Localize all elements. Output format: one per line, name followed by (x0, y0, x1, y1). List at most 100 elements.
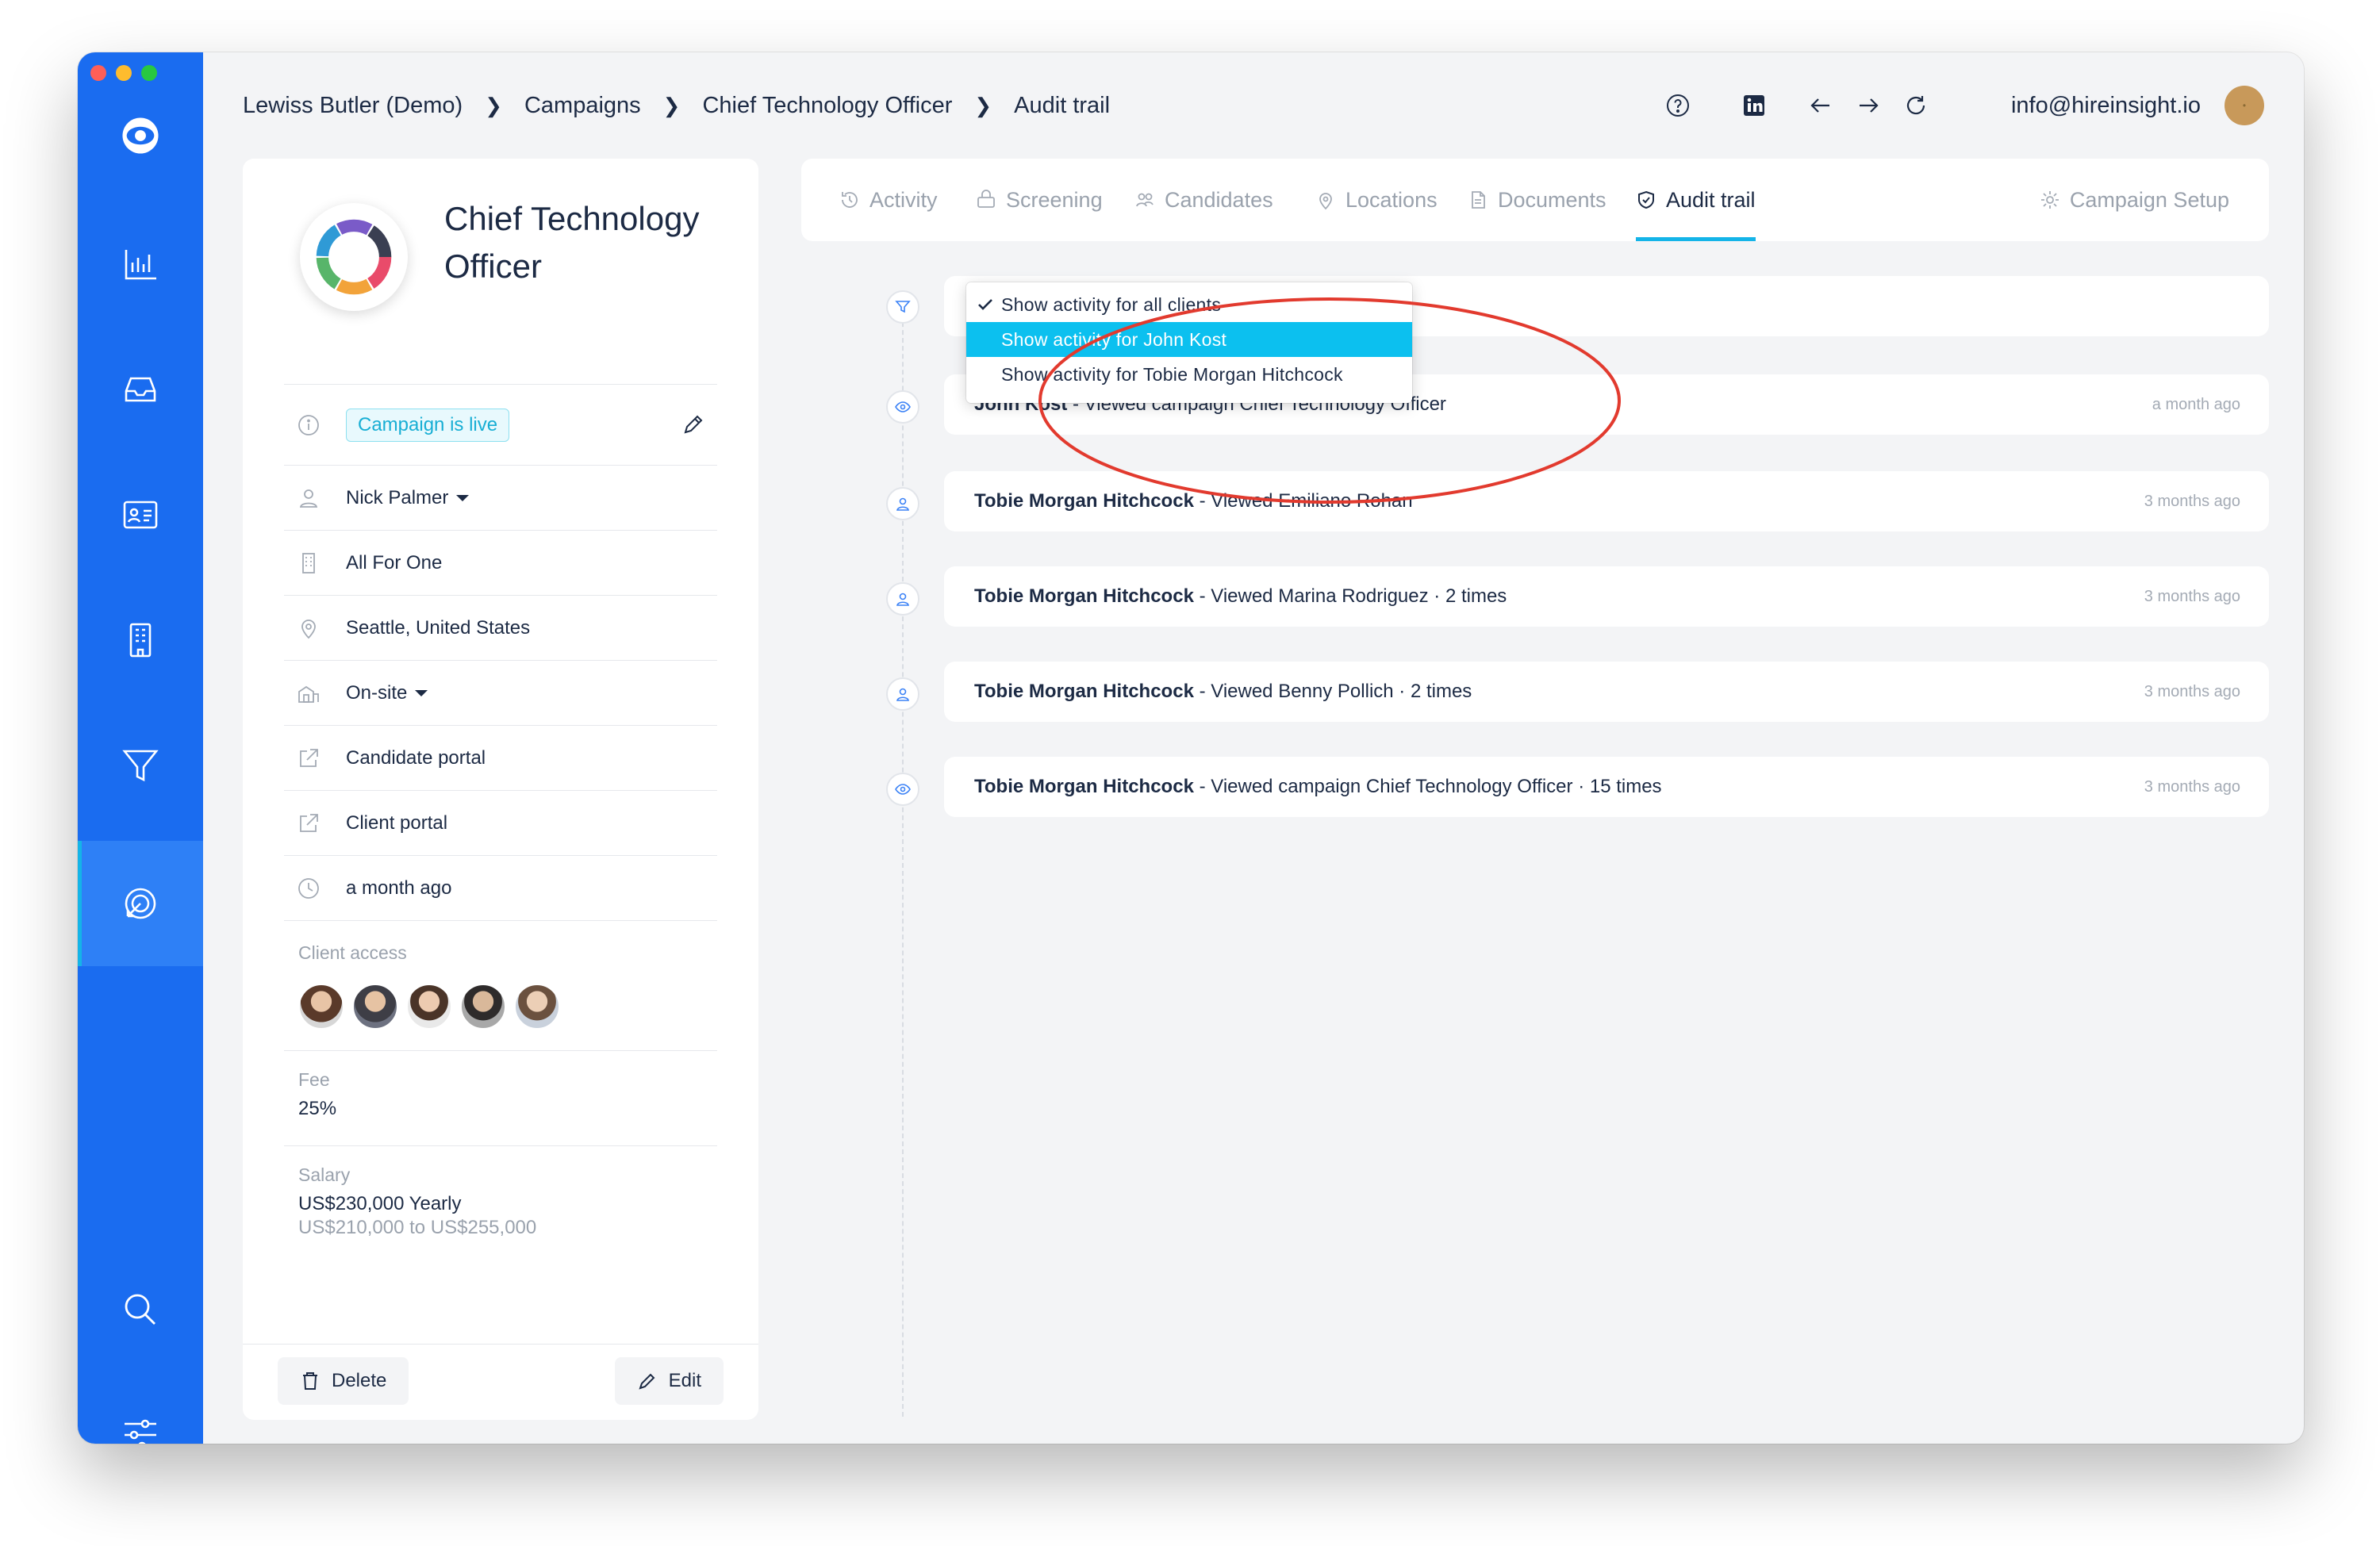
work-mode-row[interactable]: On-site (284, 660, 717, 725)
account-email[interactable]: info@hireinsight.io (2011, 93, 2201, 119)
tab-documents[interactable]: Documents (1468, 159, 1606, 241)
top-actions: info@hireinsight.io • (1654, 84, 2264, 127)
tab-screening[interactable]: Screening (976, 159, 1103, 241)
client-avatar[interactable] (406, 984, 452, 1030)
owner-row[interactable]: Nick Palmer (284, 465, 717, 530)
divider (284, 920, 717, 921)
event-action: Viewed Marina Rodriguez · 2 times (1211, 585, 1507, 607)
close-window-button[interactable] (90, 65, 106, 81)
tab-audit-trail[interactable]: Audit trail (1636, 159, 1756, 241)
client-avatar[interactable] (298, 984, 344, 1030)
event-text: Tobie Morgan Hitchcock - Viewed Benny Po… (974, 681, 1472, 703)
window-controls (90, 65, 157, 81)
candidate-portal-row[interactable]: Candidate portal (284, 725, 717, 790)
linkedin-icon[interactable] (1730, 84, 1778, 127)
filter-icon[interactable] (886, 290, 919, 324)
divider (284, 1050, 717, 1051)
location-pin-icon (295, 615, 322, 642)
edit-button[interactable]: Edit (614, 1357, 724, 1405)
salary-label: Salary (298, 1164, 351, 1185)
card-footer: Delete Edit (243, 1344, 758, 1420)
breadcrumb-current: Audit trail (1014, 92, 1111, 118)
inbox-nav-icon[interactable] (78, 346, 203, 433)
candidate-portal-link[interactable]: Candidate portal (346, 747, 486, 769)
location-row: Seattle, United States (284, 595, 717, 660)
event-action: Viewed Benny Pollich · 2 times (1211, 681, 1472, 702)
caret-down-icon (415, 689, 428, 696)
event-separator: - (1193, 681, 1211, 702)
user-icon (886, 677, 919, 711)
edit-label: Edit (668, 1370, 701, 1391)
tab-campaign-setup[interactable]: Campaign Setup (2040, 159, 2229, 241)
event-separator: - (1193, 776, 1211, 797)
tab-label: Documents (1498, 187, 1606, 212)
eye-icon (886, 773, 919, 806)
user-icon (886, 582, 919, 616)
back-arrow-icon[interactable] (1797, 84, 1844, 127)
minimize-window-button[interactable] (116, 65, 132, 81)
companies-nav-icon[interactable] (78, 597, 203, 684)
client-access-label: Client access (298, 942, 407, 963)
campaign-title: Chief Technology Officer (444, 200, 700, 285)
breadcrumb-campaign[interactable]: Chief Technology Officer (702, 93, 952, 119)
audit-event[interactable]: Tobie Morgan Hitchcock - Viewed Benny Po… (944, 662, 2269, 722)
tab-label: Activity (869, 187, 938, 212)
breadcrumb-account[interactable]: Lewiss Butler (Demo) (243, 93, 463, 119)
breadcrumb-campaigns[interactable]: Campaigns (524, 93, 641, 119)
tab-bar: Activity Screening Candidates Locations … (801, 159, 2269, 241)
tab-label: Candidates (1165, 187, 1273, 212)
eye-icon (886, 390, 919, 424)
help-icon[interactable] (1654, 84, 1702, 127)
main-area: Lewiss Butler (Demo) ❯ Campaigns ❯ Chief… (203, 52, 2304, 1444)
client-avatar[interactable] (352, 984, 398, 1030)
audit-event[interactable]: Tobie Morgan Hitchcock - Viewed campaign… (944, 757, 2269, 817)
event-text: Tobie Morgan Hitchcock - Viewed Marina R… (974, 585, 1507, 608)
timeline-line (902, 298, 904, 1417)
tab-activity[interactable]: Activity (839, 159, 938, 241)
location-pin-icon (1319, 193, 1332, 210)
users-icon (1136, 193, 1154, 207)
client-portal-row[interactable]: Client portal (284, 790, 717, 855)
contacts-nav-icon[interactable] (78, 471, 203, 558)
campaign-status-row: Campaign is live (284, 384, 717, 465)
client-portal-link[interactable]: Client portal (346, 812, 447, 834)
annotation-ellipse (1038, 297, 1621, 504)
chevron-right-icon: ❯ (662, 93, 681, 117)
client-avatar[interactable] (514, 984, 560, 1030)
zoom-window-button[interactable] (141, 65, 157, 81)
edit-status-pencil-icon[interactable] (681, 412, 706, 437)
event-time: 3 months ago (2144, 492, 2240, 510)
search-nav-icon[interactable] (78, 1266, 203, 1353)
history-icon (842, 192, 858, 208)
office-icon (295, 680, 322, 707)
forward-arrow-icon[interactable] (1844, 84, 1892, 127)
filter-nav-icon[interactable] (78, 722, 203, 809)
company-name: All For One (346, 551, 443, 574)
screening-icon (977, 190, 995, 208)
client-avatar[interactable] (460, 984, 506, 1030)
campaigns-nav-icon[interactable] (78, 841, 203, 966)
settings-sliders-nav-icon[interactable] (78, 1391, 203, 1444)
company-row: All For One (284, 530, 717, 595)
event-separator: - (1193, 585, 1211, 607)
checkmark-icon (978, 299, 992, 310)
tab-candidates[interactable]: Candidates (1134, 159, 1273, 241)
gear-icon (2040, 191, 2059, 209)
tab-locations[interactable]: Locations (1315, 159, 1438, 241)
top-bar: Lewiss Butler (Demo) ❯ Campaigns ❯ Chief… (203, 52, 2304, 163)
divider (284, 1145, 717, 1146)
work-mode-value: On-site (346, 681, 408, 704)
app-window: Lewiss Butler (Demo) ❯ Campaigns ❯ Chief… (78, 52, 2304, 1444)
refresh-icon[interactable] (1892, 84, 1940, 127)
pencil-icon (639, 1373, 655, 1390)
salary-value: US$230,000 Yearly (298, 1193, 462, 1214)
app-logo-icon[interactable] (78, 92, 203, 179)
audit-event[interactable]: Tobie Morgan Hitchcock - Viewed Marina R… (944, 566, 2269, 627)
reports-nav-icon[interactable] (78, 221, 203, 308)
fee-label: Fee (298, 1069, 330, 1090)
external-link-icon (295, 745, 322, 772)
user-avatar[interactable]: • (2225, 86, 2264, 125)
trash-icon (303, 1372, 317, 1390)
delete-button[interactable]: Delete (278, 1357, 409, 1405)
salary-range: US$210,000 to US$255,000 (298, 1217, 537, 1238)
